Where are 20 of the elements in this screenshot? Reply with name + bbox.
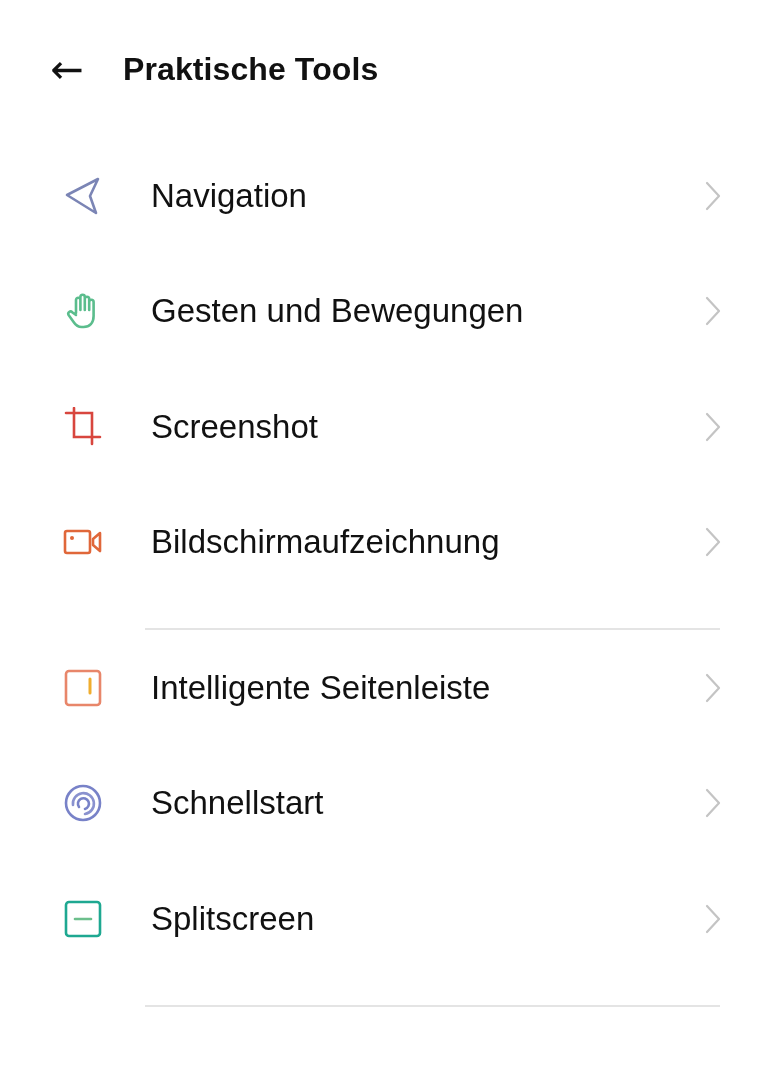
back-button[interactable]: ←: [46, 49, 88, 89]
concentric-rings-icon: [63, 783, 103, 824]
sidebar-icon: [63, 667, 103, 708]
chevron-right-icon: [705, 180, 721, 211]
settings-list-item[interactable]: Navigation: [0, 138, 771, 254]
settings-list-item[interactable]: Bildschirmaufzeichnung: [0, 484, 771, 600]
settings-list-item[interactable]: Screenshot: [0, 369, 771, 485]
crop-icon: [63, 406, 103, 447]
chevron-right-icon: [705, 411, 721, 442]
chevron-right-icon: [705, 672, 721, 703]
chevron-right-icon: [705, 527, 721, 558]
chevron-right-icon: [705, 296, 721, 327]
split-window-icon: [63, 898, 103, 939]
settings-list-item[interactable]: Gesten und Bewegungen: [0, 253, 771, 369]
settings-list-item[interactable]: Schnellstart: [0, 745, 771, 861]
settings-list-item[interactable]: Intelligente Seitenleiste: [0, 630, 771, 746]
page-title: Praktische Tools: [123, 50, 379, 88]
settings-list-item[interactable]: Splitscreen: [0, 861, 771, 977]
chevron-right-icon: [705, 788, 721, 819]
chevron-right-icon: [705, 903, 721, 934]
